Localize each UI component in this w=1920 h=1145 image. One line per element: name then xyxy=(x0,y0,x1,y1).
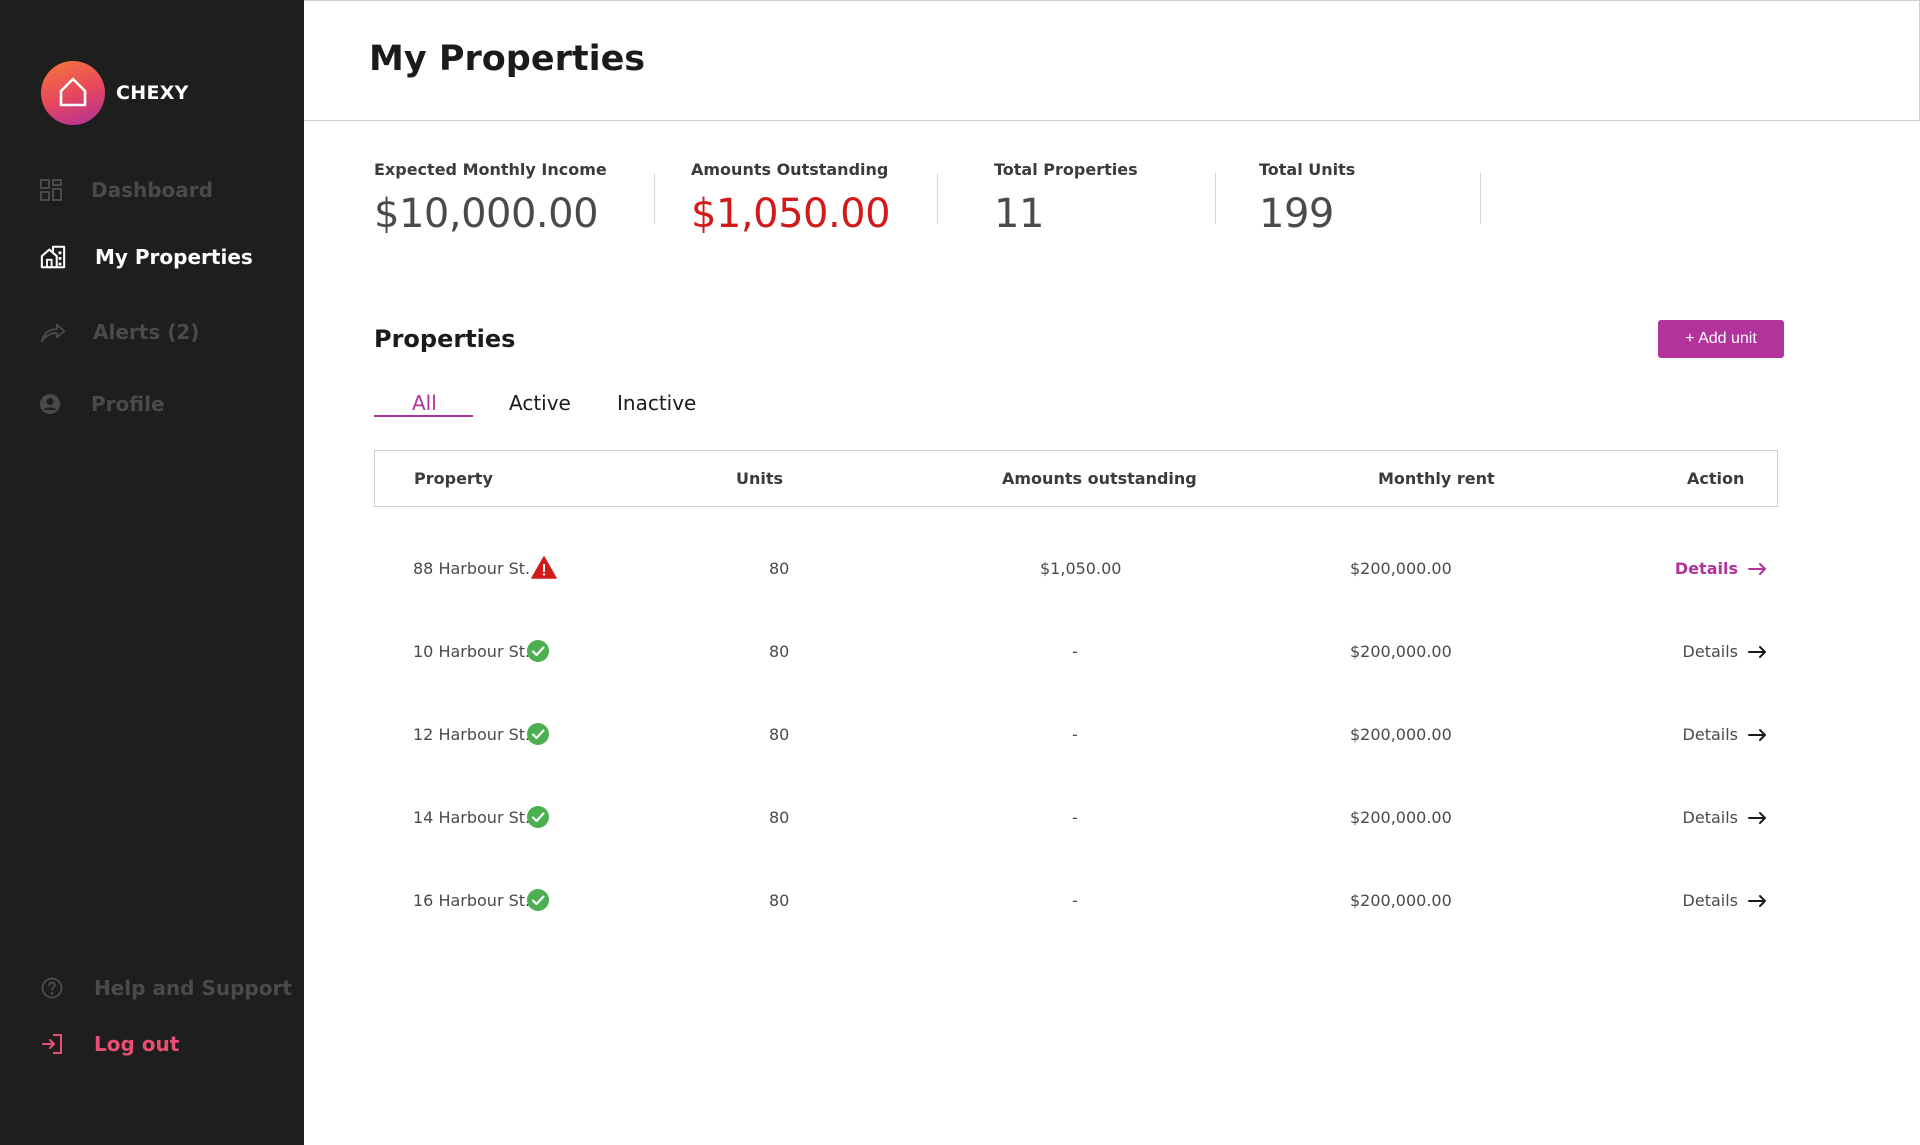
details-label: Details xyxy=(1674,559,1738,578)
table-row: 16 Harbour St. 80 - $200,000.00 Details xyxy=(374,871,1778,931)
stat-divider xyxy=(1480,173,1481,224)
arrow-right-icon xyxy=(1748,894,1766,907)
details-label: Details xyxy=(1682,891,1738,910)
table-row: 10 Harbour St. 80 - $200,000.00 Details xyxy=(374,622,1778,682)
units-value: 80 xyxy=(769,559,790,578)
check-circle-icon xyxy=(525,887,551,913)
details-link[interactable]: Details xyxy=(1683,891,1768,910)
property-name: 88 Harbour St. xyxy=(413,559,531,578)
rent-value: $200,000.00 xyxy=(1350,642,1452,661)
check-circle-icon xyxy=(525,721,551,747)
rent-value: $200,000.00 xyxy=(1350,891,1452,910)
check-circle-icon xyxy=(525,804,551,830)
stat-amounts-outstanding: Amounts Outstanding $1,050.00 xyxy=(691,160,891,237)
sidebar-item-help[interactable]: Help and Support xyxy=(0,966,304,1010)
units-value: 80 xyxy=(769,891,790,910)
sidebar-item-logout[interactable]: Log out xyxy=(0,1022,304,1066)
building-icon xyxy=(40,244,66,270)
tab-inactive[interactable]: Inactive xyxy=(617,391,696,415)
outstanding-value: - xyxy=(1072,725,1078,744)
column-header-action: Action xyxy=(1687,469,1745,488)
sidebar-item-alerts[interactable]: Alerts (2) xyxy=(0,310,304,354)
stat-value: 11 xyxy=(994,191,1044,237)
arrow-right-icon xyxy=(1748,562,1766,575)
sidebar-item-label: My Properties xyxy=(95,245,253,269)
tab-active[interactable]: Active xyxy=(509,391,571,415)
stat-total-units: Total Units 199 xyxy=(1259,160,1355,237)
property-name: 12 Harbour St. xyxy=(413,725,531,744)
stat-label: Total Properties xyxy=(994,160,1138,179)
stat-value: 199 xyxy=(1259,191,1334,237)
check-circle-icon xyxy=(525,638,551,664)
rent-value: $200,000.00 xyxy=(1350,808,1452,827)
outstanding-value: - xyxy=(1072,808,1078,827)
details-label: Details xyxy=(1682,725,1738,744)
brand-name: CHEXY xyxy=(116,82,189,104)
units-value: 80 xyxy=(769,725,790,744)
outstanding-value: $1,050.00 xyxy=(1040,559,1122,578)
property-name: 16 Harbour St. xyxy=(413,891,531,910)
units-value: 80 xyxy=(769,808,790,827)
share-arrow-icon xyxy=(40,319,66,345)
sidebar-item-label: Alerts (2) xyxy=(93,320,200,344)
tab-active-underline xyxy=(374,415,473,417)
stat-value: $1,050.00 xyxy=(691,191,891,237)
sidebar-item-profile[interactable]: Profile xyxy=(0,382,304,426)
details-link[interactable]: Details xyxy=(1683,808,1768,827)
table-header: Property Units Amounts outstanding Month… xyxy=(374,450,1778,507)
stat-total-properties: Total Properties 11 xyxy=(994,160,1138,237)
sidebar-item-label: Dashboard xyxy=(91,178,213,202)
outstanding-value: - xyxy=(1072,891,1078,910)
logout-icon xyxy=(39,1031,65,1057)
table-row: 14 Harbour St. 80 - $200,000.00 Details xyxy=(374,788,1778,848)
page-title: My Properties xyxy=(369,39,646,79)
stat-divider xyxy=(1215,173,1216,224)
arrow-right-icon xyxy=(1748,645,1766,658)
units-value: 80 xyxy=(769,642,790,661)
table-row: 88 Harbour St. 80 $1,050.00 $200,000.00 … xyxy=(374,539,1778,599)
arrow-right-icon xyxy=(1748,728,1766,741)
section-title: Properties xyxy=(374,325,516,353)
sidebar-item-label: Log out xyxy=(94,1032,180,1056)
column-header-monthly-rent: Monthly rent xyxy=(1378,469,1495,488)
sidebar: CHEXY Dashboard My Properties Alerts (2)… xyxy=(0,0,304,1145)
stat-divider xyxy=(937,173,938,224)
stat-divider xyxy=(654,173,655,224)
details-link[interactable]: Details xyxy=(1683,642,1768,661)
add-unit-button[interactable]: + Add unit xyxy=(1658,320,1784,358)
page-header: My Properties xyxy=(304,0,1920,121)
tab-all[interactable]: All xyxy=(412,391,437,415)
stat-expected-income: Expected Monthly Income $10,000.00 xyxy=(374,160,607,237)
brand-logo[interactable] xyxy=(41,61,105,125)
dashboard-icon xyxy=(38,177,64,203)
sidebar-item-dashboard[interactable]: Dashboard xyxy=(0,168,304,212)
column-header-property: Property xyxy=(414,469,493,488)
column-header-outstanding: Amounts outstanding xyxy=(1002,469,1197,488)
outstanding-value: - xyxy=(1072,642,1078,661)
details-link[interactable]: Details xyxy=(1683,725,1768,744)
user-icon xyxy=(37,391,63,417)
stat-label: Amounts Outstanding xyxy=(691,160,889,179)
house-icon xyxy=(59,77,87,107)
help-icon xyxy=(39,975,65,1001)
stat-label: Expected Monthly Income xyxy=(374,160,607,179)
warning-icon xyxy=(531,555,557,581)
sidebar-item-label: Help and Support xyxy=(94,976,292,1000)
rent-value: $200,000.00 xyxy=(1350,559,1452,578)
details-label: Details xyxy=(1682,642,1738,661)
property-name: 10 Harbour St. xyxy=(413,642,531,661)
sidebar-item-label: Profile xyxy=(91,392,165,416)
sidebar-item-my-properties[interactable]: My Properties xyxy=(0,235,304,279)
rent-value: $200,000.00 xyxy=(1350,725,1452,744)
stat-label: Total Units xyxy=(1259,160,1356,179)
property-name: 14 Harbour St. xyxy=(413,808,531,827)
arrow-right-icon xyxy=(1748,811,1766,824)
column-header-units: Units xyxy=(736,469,784,488)
details-link[interactable]: Details xyxy=(1675,559,1768,578)
stat-value: $10,000.00 xyxy=(374,191,599,237)
table-row: 12 Harbour St. 80 - $200,000.00 Details xyxy=(374,705,1778,765)
details-label: Details xyxy=(1682,808,1738,827)
